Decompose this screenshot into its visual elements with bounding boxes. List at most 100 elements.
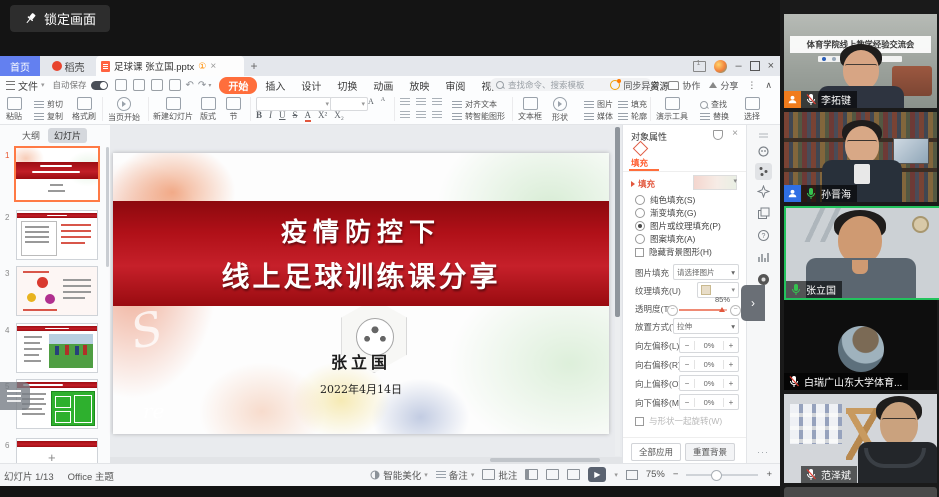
autosave-toggle[interactable] [91, 81, 108, 90]
slide-thumbnail-2[interactable] [16, 210, 98, 260]
ribbon-tab-transition[interactable]: 切换 [329, 77, 365, 94]
ribbon-tab-start[interactable]: 开始 [219, 77, 257, 94]
play-from-current-button[interactable]: 当页开始 [108, 97, 140, 123]
picture-button[interactable]: 图片 [584, 99, 613, 110]
option-picture-fill[interactable]: 图片或纹理填充(P) [635, 220, 721, 232]
offset-right-stepper[interactable]: −0%+ [679, 356, 739, 372]
save-icon[interactable] [133, 79, 145, 91]
preview-icon[interactable] [169, 79, 181, 91]
zoom-in-button[interactable]: + [766, 469, 772, 480]
font-family-select[interactable]: ▾ [256, 97, 332, 111]
tab-document[interactable]: 足球课 张立国.pptx ① × [96, 56, 244, 76]
sync-status-button[interactable]: 同步异常 [610, 79, 659, 92]
tab-home[interactable]: 首页 [0, 56, 40, 76]
format-painter-button[interactable]: 格式刷 [72, 97, 96, 122]
reading-view-icon[interactable] [567, 469, 580, 480]
offset-left-stepper[interactable]: −0%+ [679, 337, 739, 353]
indent-icon[interactable] [432, 98, 442, 106]
align-center-icon[interactable] [416, 111, 426, 119]
ribbon-tab-design[interactable]: 设计 [293, 77, 329, 94]
new-doc-icon[interactable] [115, 79, 127, 91]
option-hide-background[interactable]: 隐藏背景图形(H) [635, 246, 712, 258]
italic-button[interactable]: I [269, 110, 272, 122]
bold-button[interactable]: B [256, 110, 262, 122]
copy-button[interactable]: 复制 [34, 111, 63, 122]
picture-fill-select[interactable]: 请选择图片▾ [673, 264, 739, 280]
collapse-panel-tab[interactable]: › [741, 285, 765, 321]
resources-pane-icon[interactable] [757, 251, 770, 264]
text-align-button[interactable]: 对齐文本 [452, 99, 497, 110]
option-solid-fill[interactable]: 纯色填充(S) [635, 194, 695, 206]
close-window-button[interactable]: × [768, 60, 774, 72]
redo-caret-icon[interactable]: ▾ [208, 82, 211, 89]
section-button[interactable]: 节 [226, 97, 241, 122]
add-slide-button[interactable]: + [48, 450, 56, 463]
doc-close-icon[interactable]: × [210, 61, 216, 72]
transparency-slider-handle[interactable] [719, 307, 725, 312]
thumbnails-scrollbar[interactable] [106, 147, 109, 267]
title-banner[interactable]: 疫情防控下 线上足球训练课分享 [113, 201, 609, 306]
pin-panel-icon[interactable] [713, 130, 723, 140]
collapse-ribbon-icon[interactable]: ∧ [765, 80, 772, 91]
ribbon-tab-animation[interactable]: 动画 [365, 77, 401, 94]
select-button[interactable]: 选择 [744, 97, 760, 122]
transparency-minus-button[interactable]: − [667, 305, 678, 316]
transparency-plus-button[interactable]: − [730, 305, 741, 316]
fill-preview-swatch[interactable] [693, 175, 737, 190]
lock-screen-button[interactable]: 锁定画面 [10, 5, 110, 32]
zoom-out-button[interactable]: − [673, 469, 679, 480]
strip-overflow-dots[interactable]: ··· [757, 447, 769, 457]
play-options-caret[interactable]: ▾ [614, 471, 618, 479]
object-properties-icon[interactable] [755, 163, 772, 180]
font-grow-shrink[interactable]: AA [368, 97, 385, 106]
ai-assistant-icon[interactable] [757, 145, 770, 158]
slide-thumbnail-4[interactable] [16, 323, 98, 373]
slide-editor[interactable]: S re 疫情防控下 线上足球训练课分享 张立国 2022年4月14日 [113, 153, 609, 434]
layers-pane-icon[interactable] [757, 207, 770, 220]
paste-button[interactable]: 粘贴 [6, 97, 22, 122]
collaborate-button[interactable]: 协作 [668, 79, 700, 92]
underline-button[interactable]: U [279, 110, 286, 122]
outline-button[interactable]: 轮廓 [618, 111, 647, 122]
new-tab-button[interactable]: + [244, 56, 264, 76]
smart-beautify-button[interactable]: 智能美化 ▾ [370, 468, 428, 482]
fill-tab[interactable]: 填充 [631, 157, 648, 169]
print-icon[interactable] [151, 79, 163, 91]
find-button[interactable]: 查找 [700, 99, 727, 110]
fit-to-window-icon[interactable] [626, 470, 638, 480]
presenter-tools-button[interactable]: 演示工具 [656, 97, 688, 122]
offset-up-stepper[interactable]: −0%+ [679, 375, 739, 391]
placement-select[interactable]: 拉伸▾ [673, 318, 739, 334]
slide-thumbnail-6[interactable] [16, 438, 98, 463]
floating-tool-widget[interactable] [0, 382, 30, 410]
restore-button[interactable] [750, 61, 760, 71]
animation-pane-icon[interactable] [757, 185, 770, 198]
participant-tile-1[interactable]: 体育学院线上教学经验交流会 李拓键 [784, 14, 937, 108]
option-pattern-fill[interactable]: 图案填充(A) [635, 233, 695, 245]
fill-button[interactable]: 填充 [618, 99, 647, 110]
font-size-select[interactable]: ▾ [330, 97, 368, 111]
ribbon-tab-insert[interactable]: 插入 [257, 77, 293, 94]
bullet-list-icon[interactable] [400, 98, 410, 106]
media-button[interactable]: 媒体 [584, 111, 613, 122]
slides-tab[interactable]: 幻灯片 [48, 128, 87, 143]
layout-button[interactable]: 版式 [200, 97, 216, 122]
more-menu-icon[interactable]: ⋮ [747, 80, 756, 91]
offset-down-stepper[interactable]: −0%+ [679, 394, 739, 410]
help-icon[interactable]: ? [757, 229, 770, 242]
slide-sorter-view-icon[interactable] [546, 469, 559, 480]
redo-icon[interactable]: ↷ [198, 80, 206, 91]
rotate-with-shape-option[interactable]: 与形状一起旋转(W) [635, 415, 722, 427]
cut-button[interactable]: 剪切 [34, 99, 63, 110]
slide-thumbnail-3[interactable] [16, 266, 98, 316]
strikethrough-button[interactable]: S [293, 110, 298, 122]
subscript-button[interactable]: X₂ [334, 110, 344, 122]
user-avatar[interactable] [714, 60, 727, 73]
transparency-slider[interactable] [679, 309, 727, 311]
ribbon-tab-review[interactable]: 审阅 [437, 77, 473, 94]
undo-icon[interactable]: ↶ [186, 80, 194, 91]
outline-tab[interactable]: 大纲 [22, 129, 40, 142]
share-button[interactable]: 分享 [709, 79, 738, 92]
participant-tile-2[interactable]: 孙晋海 [784, 112, 937, 202]
align-right-icon[interactable] [432, 111, 442, 119]
